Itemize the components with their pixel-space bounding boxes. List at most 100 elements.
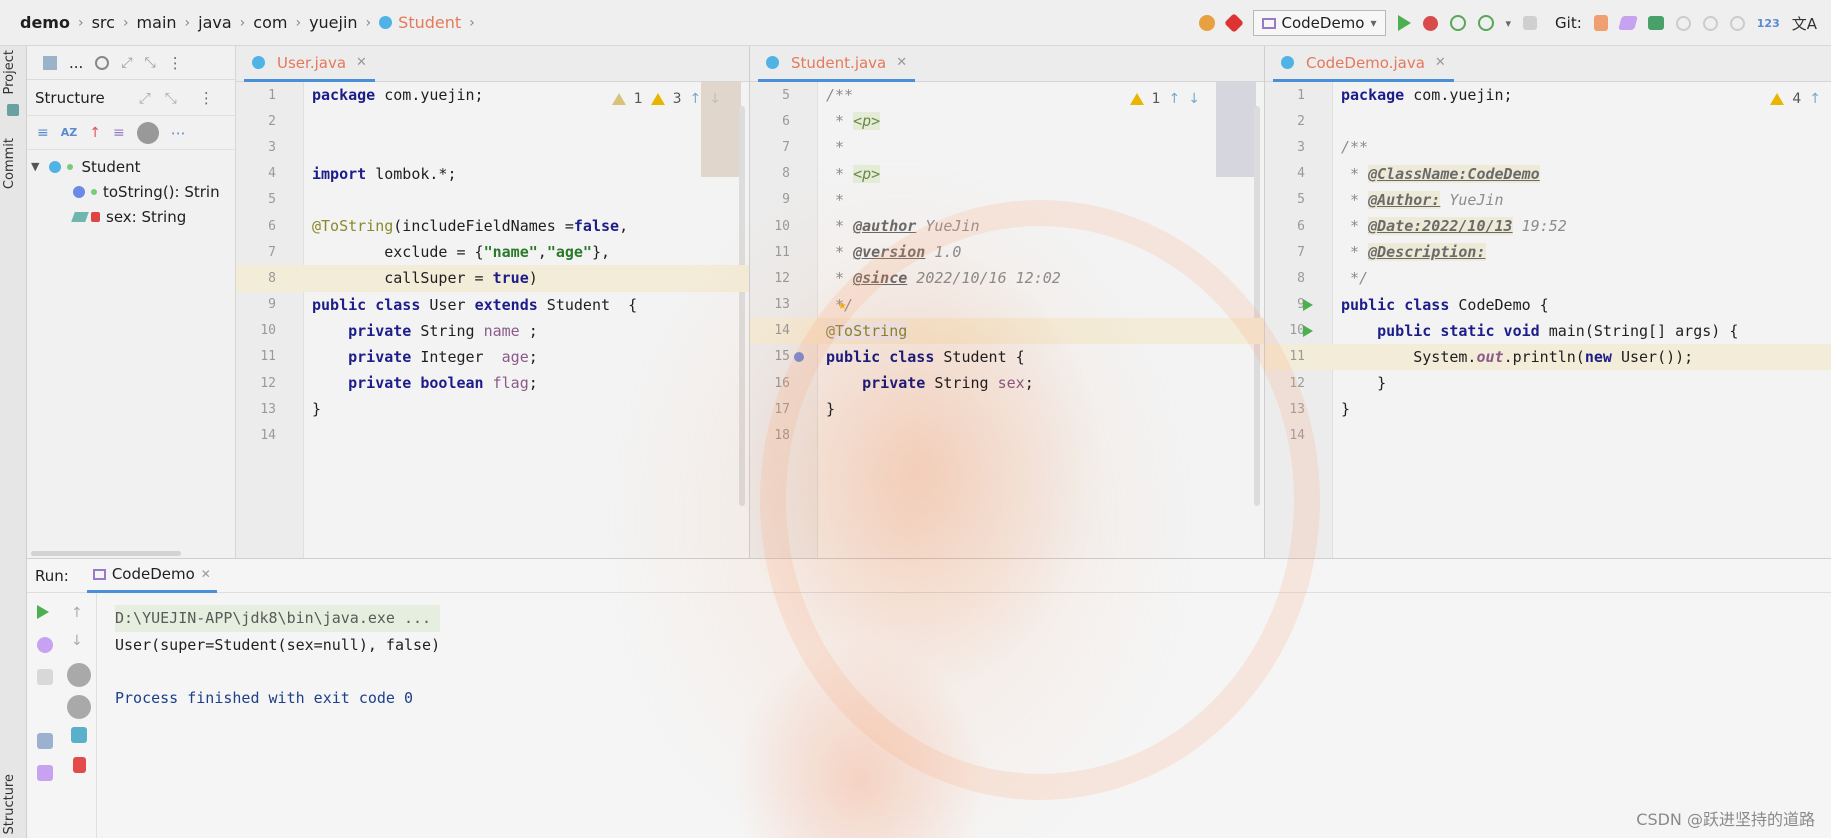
print-icon[interactable] xyxy=(71,727,87,743)
structure-panel-title-bar: Structure ⤢ ⤡ ⋮ xyxy=(27,80,235,116)
git-push-icon[interactable] xyxy=(1617,16,1638,30)
tab-student-java[interactable]: Student.java ✕ xyxy=(758,46,916,82)
collapse-icon[interactable]: ⤡ xyxy=(145,55,156,71)
code-token: }, xyxy=(591,243,611,262)
profile-icon[interactable] xyxy=(1477,15,1494,31)
breadcrumb-item-yuejin[interactable]: yuejin xyxy=(309,13,357,32)
show-inherited-icon[interactable]: ↑ xyxy=(89,125,101,141)
history-icon[interactable] xyxy=(1675,15,1691,31)
run-side-toolbar: ↑ ↓ xyxy=(27,593,97,838)
implemented-icon[interactable] xyxy=(794,351,804,362)
project-tool-tab[interactable]: Project xyxy=(2,50,17,94)
close-icon[interactable]: ✕ xyxy=(356,55,367,70)
code-token: * xyxy=(826,190,845,209)
structure-tool-tab[interactable]: Structure xyxy=(2,774,17,834)
git-label: Git: xyxy=(1555,14,1582,32)
code-line: 3 xyxy=(236,134,749,160)
tree-item-tostring[interactable]: toString(): Strin xyxy=(27,179,235,204)
sort-by-visibility-icon[interactable]: ≡ xyxy=(37,125,49,141)
expand-icon[interactable]: ⤢ xyxy=(121,55,132,71)
more-icon[interactable]: ⋮ xyxy=(199,89,214,107)
run-icon[interactable] xyxy=(1397,15,1411,31)
expand-icon[interactable]: ⤢ xyxy=(139,89,151,107)
coverage-icon[interactable] xyxy=(1449,15,1466,31)
chevron-down-icon[interactable]: ▼ xyxy=(31,160,39,173)
lightbulb-icon[interactable]: ★ xyxy=(838,297,846,313)
breadcrumb-item-java[interactable]: java xyxy=(198,13,232,32)
code-editor[interactable]: 1 package com.yuejin; 2 3 4 import lombok.… xyxy=(236,82,749,558)
rollback-icon[interactable] xyxy=(1702,15,1718,31)
run-tab-codedemo[interactable]: CodeDemo ✕ xyxy=(86,559,217,593)
numbers-icon[interactable]: 123 xyxy=(1757,17,1780,30)
tab-user-java[interactable]: User.java ✕ xyxy=(244,46,375,82)
line-number: 13 xyxy=(1289,401,1305,417)
settings-icon[interactable] xyxy=(37,637,53,653)
console-output[interactable]: D:\YUEJIN-APP\jdk8\bin\java.exe ... User… xyxy=(115,605,441,711)
breadcrumb-item-main[interactable]: main xyxy=(137,13,177,32)
debug-icon[interactable] xyxy=(1422,15,1438,31)
line-number: 9 xyxy=(782,192,790,208)
more-icon[interactable]: ⋮ xyxy=(168,54,183,72)
chevron-right-icon: › xyxy=(239,14,246,31)
code-token: lombok.*; xyxy=(366,164,457,183)
breadcrumb-item-src[interactable]: src xyxy=(92,13,115,32)
commit-tool-tab[interactable]: Commit xyxy=(2,138,17,189)
user-icon[interactable] xyxy=(1198,15,1215,31)
code-line: 5 * @Author: YueJin xyxy=(1265,187,1831,213)
target-icon[interactable] xyxy=(95,55,110,70)
code-token: true xyxy=(492,269,529,288)
trash-icon[interactable] xyxy=(73,757,86,773)
run-configuration-select[interactable]: CodeDemo ▾ xyxy=(1252,10,1386,36)
code-editor[interactable]: 1 package com.yuejin; 2 3 /** 4 * @ClassNa… xyxy=(1265,82,1831,558)
tree-item-sex[interactable]: sex: String xyxy=(27,204,235,229)
scroll-to-end-icon[interactable] xyxy=(67,695,91,719)
run-configuration-label: CodeDemo xyxy=(1281,14,1365,32)
close-icon[interactable]: ✕ xyxy=(896,55,907,70)
line-number: 16 xyxy=(774,375,790,391)
run-gutter-icon[interactable] xyxy=(1303,324,1313,337)
more-icon[interactable]: ⋯ xyxy=(171,124,186,142)
arrow-down-icon[interactable]: ↓ xyxy=(71,633,87,649)
layout-icon[interactable] xyxy=(37,733,53,749)
collapse-icon[interactable]: ⤡ xyxy=(165,89,177,107)
code-token: private xyxy=(312,347,412,366)
breadcrumb-item-com[interactable]: com xyxy=(253,13,287,32)
code-line: 12 * @since 2022/10/16 12:02 xyxy=(750,265,1264,291)
rerun-icon[interactable] xyxy=(37,605,49,619)
breadcrumb-item-student[interactable]: Student xyxy=(398,13,461,32)
code-token: , xyxy=(619,217,629,236)
horizontal-scrollbar[interactable] xyxy=(31,551,181,556)
code-token: String xyxy=(925,374,998,393)
hammer-icon[interactable] xyxy=(1223,13,1244,33)
close-icon[interactable]: ✕ xyxy=(1435,55,1446,70)
code-token: @ToString xyxy=(312,217,394,236)
tree-item-student[interactable]: ▼ Student xyxy=(27,154,235,179)
project-icon[interactable] xyxy=(43,55,57,70)
code-editor[interactable]: 5 /** 6 * <p> 7 * 8 * <p> 9 * 10 * @autho… xyxy=(750,82,1264,558)
translate-icon[interactable]: 文A xyxy=(1792,13,1817,34)
arrow-up-icon[interactable]: ↑ xyxy=(71,605,87,621)
breadcrumb-item-demo[interactable]: demo xyxy=(20,13,70,32)
code-token: out xyxy=(1476,347,1504,366)
code-line: 10 public static void main(String[] args… xyxy=(1265,318,1831,344)
tab-codedemo-java[interactable]: CodeDemo.java ✕ xyxy=(1273,46,1454,82)
line-number: 17 xyxy=(774,401,790,417)
close-icon[interactable]: ✕ xyxy=(201,567,211,581)
show-fields-icon[interactable]: ≡ xyxy=(113,125,125,141)
run-gutter-icon[interactable] xyxy=(1303,298,1313,311)
git-commit-icon[interactable] xyxy=(1647,16,1664,30)
settings-icon[interactable] xyxy=(136,121,159,144)
git-update-icon[interactable] xyxy=(1593,15,1608,31)
chevron-down-icon[interactable]: ▾ xyxy=(1506,17,1512,30)
code-line: 1 package com.yuejin; xyxy=(236,82,749,108)
settings-icon[interactable] xyxy=(1729,15,1745,31)
stop-icon[interactable] xyxy=(1523,16,1538,30)
pin-icon[interactable] xyxy=(37,765,53,781)
code-token: System. xyxy=(1341,347,1477,366)
soft-wrap-icon[interactable] xyxy=(67,663,91,687)
stop-icon[interactable] xyxy=(37,669,53,685)
sort-alphabetically-icon[interactable]: AZ xyxy=(61,126,78,139)
code-token: 19:52 xyxy=(1512,217,1567,236)
code-token: <p> xyxy=(853,112,881,131)
line-number: 5 xyxy=(268,192,276,208)
